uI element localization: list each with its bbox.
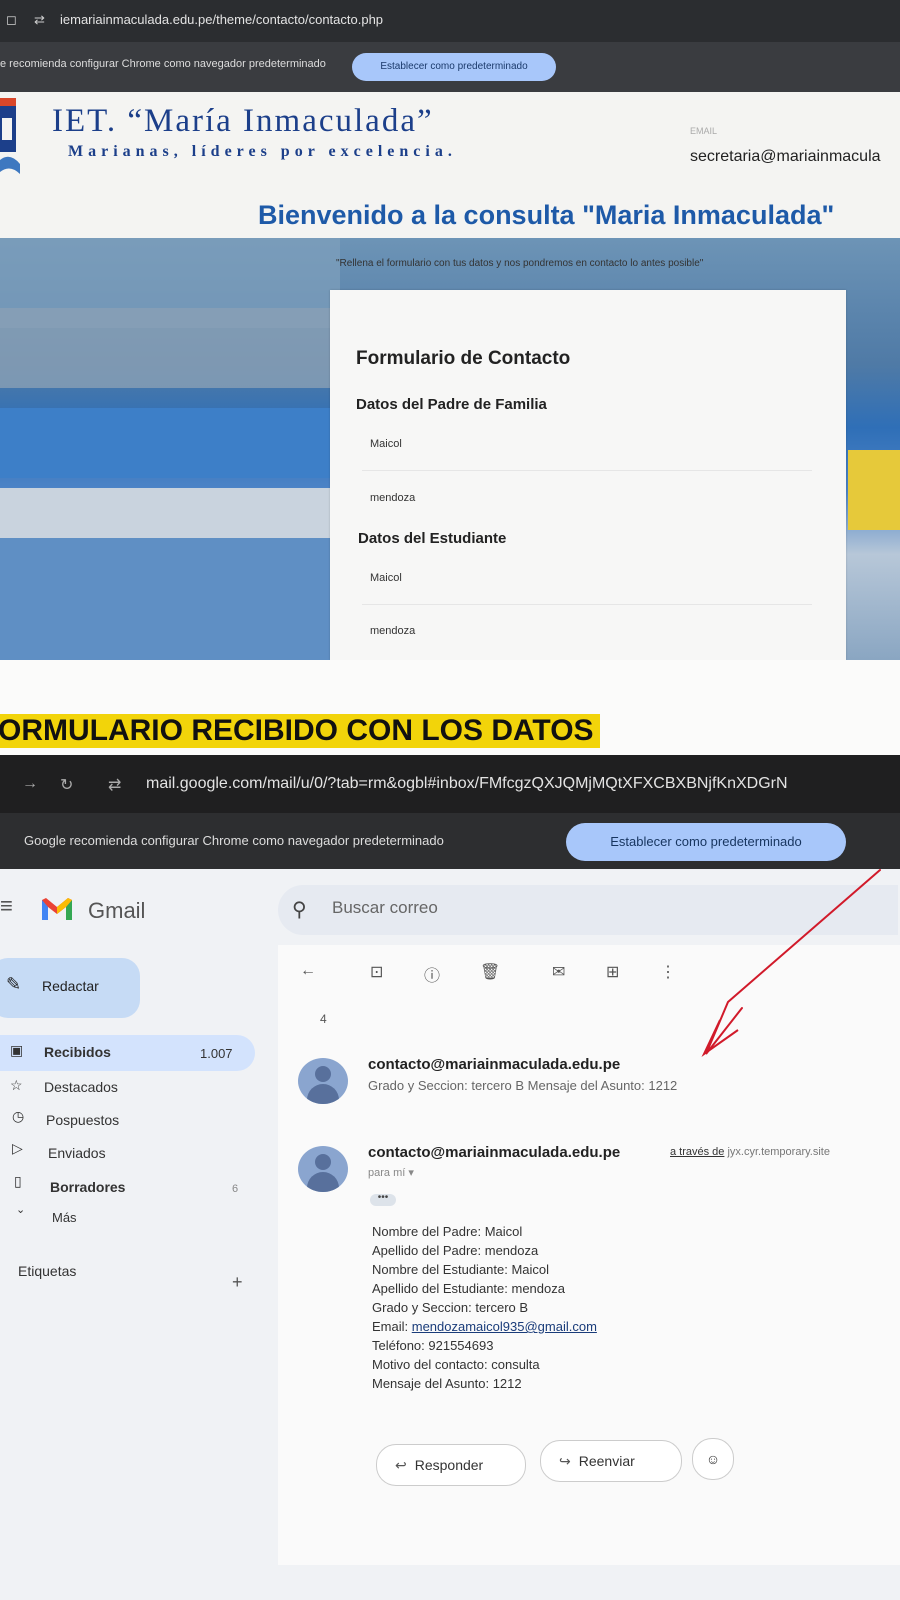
labels-heading: Etiquetas bbox=[18, 1263, 77, 1279]
forward-label: Reenviar bbox=[578, 1453, 635, 1469]
forward-nav-icon[interactable]: → bbox=[22, 775, 38, 793]
drafts-count: 6 bbox=[232, 1183, 239, 1195]
school-name: IET. “María Inmaculada” bbox=[52, 103, 434, 139]
show-trimmed-content-button[interactable]: ••• bbox=[370, 1193, 396, 1206]
student-section-title: Datos del Estudiante bbox=[358, 530, 507, 547]
gmail-url[interactable]: mail.google.com/mail/u/0/?tab=rm&ogbl#in… bbox=[146, 775, 788, 793]
draft-icon: ▯ bbox=[14, 1173, 22, 1189]
site-info-icon[interactable]: ⇄ bbox=[34, 12, 45, 28]
message-sender[interactable]: contacto@mariainmaculada.edu.pe bbox=[368, 1144, 620, 1161]
via-link[interactable]: a través de bbox=[670, 1146, 724, 1158]
gmail-banner-message: Google recomienda configurar Chrome como… bbox=[24, 833, 444, 848]
recipient-label: para mí bbox=[368, 1167, 406, 1179]
caret-down-icon: ▾ bbox=[408, 1167, 414, 1179]
site-info-icon[interactable]: ⇄ bbox=[108, 775, 121, 795]
parent-lastname-input[interactable]: mendoza bbox=[370, 492, 415, 504]
sender-avatar bbox=[298, 1146, 348, 1192]
welcome-heading: Bienvenido a la consulta "Maria Inmacula… bbox=[258, 200, 835, 230]
student-lastname-input[interactable]: mendoza bbox=[370, 625, 415, 637]
more-options-icon[interactable]: ⋮ bbox=[660, 962, 676, 982]
forward-button[interactable]: ↪ Reenviar bbox=[540, 1440, 682, 1482]
reload-icon[interactable]: ↻ bbox=[60, 775, 73, 795]
body-line: Grado y Seccion: tercero B bbox=[372, 1300, 529, 1315]
message-snippet[interactable]: Grado y Seccion: tercero B Mensaje del A… bbox=[368, 1078, 677, 1093]
sidebar-item-inbox[interactable]: Recibidos bbox=[44, 1044, 111, 1060]
message-body: Nombre del Padre: Maicol Apellido del Pa… bbox=[372, 1222, 597, 1393]
inbox-count: 1.007 bbox=[200, 1046, 233, 1061]
reply-icon: ↩ bbox=[395, 1457, 407, 1473]
contact-page-screenshot: ◻ ⇄ iemariainmaculada.edu.pe/theme/conta… bbox=[0, 0, 900, 660]
field-divider bbox=[362, 604, 812, 605]
mark-unread-icon[interactable]: ✉ bbox=[552, 962, 565, 982]
gmail-logo-icon bbox=[42, 898, 72, 920]
emoji-reaction-button[interactable]: ☺ bbox=[692, 1438, 734, 1480]
search-icon[interactable]: ⚲ bbox=[292, 897, 307, 922]
school-motto: Marianas, líderes por excelencia. bbox=[68, 143, 457, 160]
field-divider bbox=[362, 470, 812, 471]
gmail-set-default-button[interactable]: Establecer como predeterminado bbox=[566, 823, 846, 861]
body-email-line: Email: mendozamaicol935@gmail.com bbox=[372, 1317, 597, 1336]
search-input[interactable]: Buscar correo bbox=[332, 898, 438, 918]
message-via: a través de jyx.cyr.temporary.site bbox=[670, 1146, 830, 1158]
smiley-icon: ☺ bbox=[705, 1451, 721, 1467]
sidebar-item-snoozed[interactable]: Pospuestos bbox=[46, 1112, 119, 1128]
gmail-brand: Gmail bbox=[88, 898, 146, 923]
body-line: Mensaje del Asunto: 1212 bbox=[372, 1376, 522, 1391]
sidebar-item-more[interactable]: Más bbox=[52, 1210, 77, 1225]
back-arrow-icon[interactable]: ← bbox=[300, 962, 316, 980]
compose-label[interactable]: Redactar bbox=[42, 978, 99, 994]
form-subtitle: "Rellena el formulario con tus datos y n… bbox=[336, 258, 704, 269]
top-banner-message: e recomienda configurar Chrome como nave… bbox=[0, 58, 326, 70]
thread-count: 4 bbox=[320, 1012, 327, 1026]
body-line: Motivo del contacto: consulta bbox=[372, 1357, 540, 1372]
sidebar-item-drafts[interactable]: Borradores bbox=[50, 1179, 125, 1195]
body-line: Teléfono: 921554693 bbox=[372, 1338, 494, 1353]
add-label-icon[interactable]: + bbox=[232, 1272, 243, 1293]
report-spam-icon[interactable]: ⓘ bbox=[424, 962, 440, 986]
school-logo-icon bbox=[0, 98, 20, 174]
received-form-heading: ORMULARIO RECIBIDO CON LOS DATOS bbox=[0, 714, 600, 748]
clock-icon: ◷ bbox=[12, 1108, 25, 1124]
email-label: EMAIL bbox=[690, 126, 718, 136]
reply-label: Responder bbox=[414, 1457, 484, 1473]
top-url[interactable]: iemariainmaculada.edu.pe/theme/contacto/… bbox=[60, 12, 383, 27]
gmail-default-browser-banner: Google recomienda configurar Chrome como… bbox=[0, 813, 900, 869]
top-set-default-button[interactable]: Establecer como predeterminado bbox=[352, 53, 556, 81]
parent-name-input[interactable]: Maicol bbox=[370, 438, 402, 450]
delete-icon[interactable]: 🗑 bbox=[480, 962, 500, 982]
back-icon[interactable]: ◻ bbox=[6, 12, 17, 28]
archive-icon[interactable]: ⊡ bbox=[370, 962, 383, 982]
school-email[interactable]: secretaria@mariainmacula bbox=[690, 148, 881, 166]
body-email-label: Email: bbox=[372, 1319, 412, 1334]
message-sender[interactable]: contacto@mariainmaculada.edu.pe bbox=[368, 1056, 620, 1073]
sidebar-item-sent[interactable]: Enviados bbox=[48, 1145, 106, 1161]
body-line: Nombre del Padre: Maicol bbox=[372, 1224, 523, 1239]
top-default-browser-banner: e recomienda configurar Chrome como nave… bbox=[0, 42, 900, 92]
parent-section-title: Datos del Padre de Familia bbox=[356, 396, 547, 413]
top-address-bar: ◻ ⇄ iemariainmaculada.edu.pe/theme/conta… bbox=[0, 0, 900, 42]
via-host: jyx.cyr.temporary.site bbox=[727, 1146, 830, 1158]
reply-button[interactable]: ↩ Responder bbox=[376, 1444, 526, 1486]
forward-icon: ↪ bbox=[559, 1453, 571, 1469]
student-name-input[interactable]: Maicol bbox=[370, 572, 402, 584]
pencil-icon: ✎ bbox=[6, 974, 22, 994]
inbox-icon: ▣ bbox=[10, 1042, 24, 1058]
body-line: Apellido del Estudiante: mendoza bbox=[372, 1281, 565, 1296]
chevron-down-icon: ⌄ bbox=[16, 1204, 26, 1216]
sidebar-item-starred[interactable]: Destacados bbox=[44, 1079, 118, 1095]
form-title: Formulario de Contacto bbox=[356, 348, 571, 369]
recipient-details-toggle[interactable]: para mí ▾ bbox=[368, 1166, 414, 1179]
gmail-address-bar: → ↻ ⇄ mail.google.com/mail/u/0/?tab=rm&o… bbox=[0, 755, 900, 813]
body-email-link[interactable]: mendozamaicol935@gmail.com bbox=[412, 1319, 597, 1334]
menu-icon[interactable]: ≡ bbox=[0, 893, 13, 919]
body-line: Nombre del Estudiante: Maicol bbox=[372, 1262, 550, 1277]
sender-avatar bbox=[298, 1058, 348, 1104]
star-icon: ☆ bbox=[10, 1077, 23, 1093]
move-to-icon[interactable]: ⊞ bbox=[606, 962, 619, 982]
send-icon: ▷ bbox=[12, 1140, 23, 1156]
hero-yellow-stripe bbox=[848, 450, 900, 530]
body-line: Apellido del Padre: mendoza bbox=[372, 1243, 539, 1258]
